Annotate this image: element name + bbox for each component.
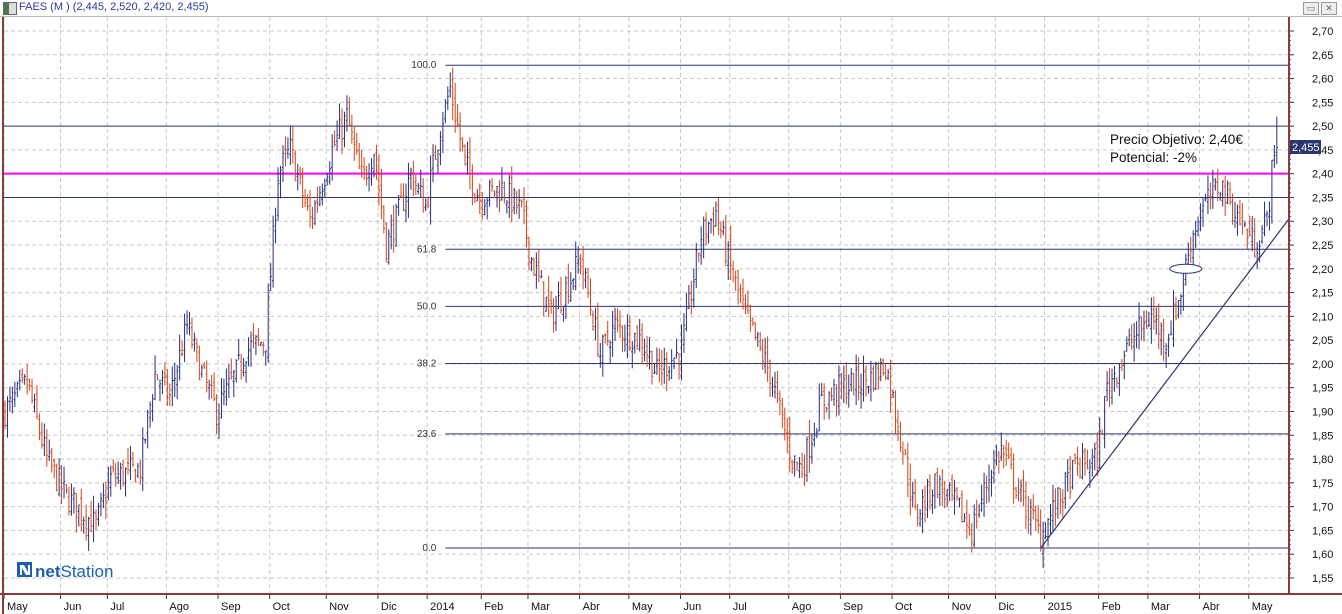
annotation-target-price: Precio Objetivo: 2,40€ [1110,132,1243,147]
x-tick-label: Nov [329,601,349,613]
x-tick-label: May [7,601,28,613]
last-price-tag: 2,455 [1290,140,1321,154]
plot-area [4,17,1289,594]
y-tick-label: 2,50 [1312,121,1333,133]
x-tick-label: Oct [895,601,912,613]
y-tick-label: 1,55 [1312,573,1333,585]
grid [3,17,1289,594]
fib-level-label: 23.6 [417,429,437,440]
y-tick-label: 1,75 [1312,478,1333,490]
y-tick-label: 2,05 [1312,335,1333,347]
x-tick-label: Mar [531,601,550,613]
logo-net: net [35,562,61,581]
y-tick-label: 2,20 [1312,264,1333,276]
y-tick-label: 2,70 [1312,26,1333,38]
y-tick-label: 2,55 [1312,97,1333,109]
x-tick-label: Dic [998,601,1014,613]
x-tick-label: Ago [169,601,189,613]
svg-text:netStation: netStation [35,562,113,581]
x-tick-label: Ago [792,601,812,613]
y-tick-label: 2,35 [1312,192,1333,204]
x-tick-label: Sep [221,601,241,613]
y-tick-label: 1,90 [1312,406,1333,418]
y-tick-label: 2,30 [1312,216,1333,228]
y-tick-label: 1,80 [1312,454,1333,466]
x-tick-label: 2014 [430,601,454,613]
logo-station: Station [61,562,114,581]
fib-level-label: 0.0 [422,543,436,554]
marker-ellipse [1169,263,1203,274]
y-tick-label: 2,00 [1312,359,1333,371]
price-chart: 100.0 61.8 50.0 38.2 23.6 0.0 2,70 2,65 2,60 2,5… [0,17,1342,614]
x-tick-label: Jun [684,601,702,613]
y-tick-label: 2,60 [1312,74,1333,86]
x-tick-label: 2015 [1048,601,1072,613]
x-tick-label: Feb [1102,601,1121,613]
x-tick-label: Jul [110,601,124,613]
x-tick-label: Oct [273,601,290,613]
y-tick-label: 2,25 [1312,240,1333,252]
x-tick-label: Feb [484,601,503,613]
x-tick-label: Jun [64,601,82,613]
fib-level-label: 50.0 [417,301,437,312]
annotation-potential: Potencial: -2% [1110,150,1197,165]
y-tick-label: 1,70 [1312,502,1333,514]
fib-level-label: 61.8 [417,244,437,255]
x-tick-label: Abr [583,601,600,613]
last-price-label: 2,455 [1292,142,1320,154]
x-tick-label: Mar [1151,601,1170,613]
x-tick-label: Jul [733,601,747,613]
x-tick-label: Nov [952,601,972,613]
y-tick-label: 2,65 [1312,50,1333,62]
x-tick-label: May [1252,601,1273,613]
y-tick-label: 1,85 [1312,430,1333,442]
x-tick-label: May [632,601,653,613]
y-tick-label: 1,65 [1312,525,1333,537]
y-tick-label: 2,40 [1312,169,1333,181]
fib-level-label: 38.2 [417,358,437,369]
y-tick-label: 2,10 [1312,311,1333,323]
fib-level-label: 100.0 [411,60,436,71]
x-tick-label: Abr [1203,601,1220,613]
y-tick-label: 1,95 [1312,383,1333,395]
x-tick-label: Dic [381,601,397,613]
x-tick-label: Sep [843,601,863,613]
y-tick-label: 2,15 [1312,288,1333,300]
y-tick-label: 1,60 [1312,549,1333,561]
